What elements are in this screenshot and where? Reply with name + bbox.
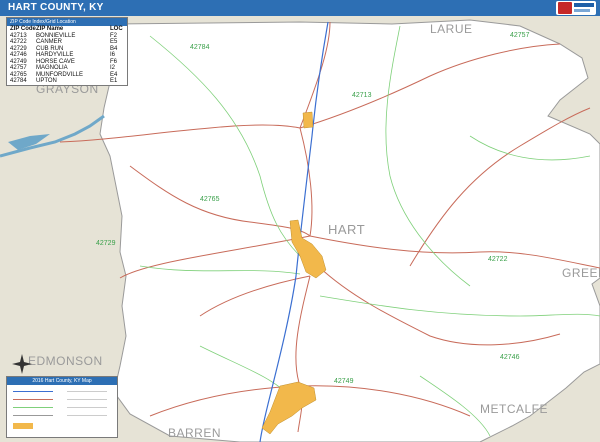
zip-label-42749: 42749 (334, 378, 354, 385)
legend-urban-swatch (13, 423, 33, 429)
legend-line (67, 391, 107, 392)
urban-bonnieville (302, 111, 314, 129)
county-label-hart: HART (328, 222, 366, 237)
publisher-logo (556, 1, 596, 15)
zip-cell: 42784 (10, 78, 27, 84)
zip-label-42757: 42757 (510, 32, 530, 39)
zip-label-42765: 42765 (200, 196, 220, 203)
zip-label-42746: 42746 (500, 354, 520, 361)
zip-label-42713: 42713 (352, 92, 372, 99)
legend-line-zip (13, 407, 53, 408)
county-label-barren: BARREN (168, 426, 222, 440)
legend-title: 2016 Hart County, KY Map (7, 377, 117, 385)
table-row: 42784 UPTON E1 (7, 78, 127, 85)
map-legend: 2016 Hart County, KY Map (6, 376, 118, 438)
loc-cell: E1 (110, 78, 118, 84)
title-bar: HART COUNTY, KY (0, 0, 600, 16)
compass-icon (12, 354, 32, 374)
legend-line (67, 415, 107, 416)
legend-line (67, 407, 107, 408)
zip-label-42784: 42784 (190, 44, 210, 51)
map-title: HART COUNTY, KY (8, 2, 104, 13)
county-label-metcalfe: METCALFE (480, 402, 549, 416)
zip-label-42729: 42729 (96, 240, 116, 247)
zip-index-table: ZIP Code Index/Grid Location ZIP Code ZI… (6, 17, 128, 86)
county-label-larue: LARUE (430, 22, 473, 36)
county-label-green: GREEN (562, 266, 600, 280)
zip-table-title: ZIP Code Index/Grid Location (7, 18, 127, 26)
zip-name-cell: UPTON (36, 78, 57, 84)
legend-line-interstate (13, 391, 53, 392)
county-label-edmonson: EDMONSON (28, 354, 103, 368)
legend-line-road (13, 399, 53, 400)
legend-line (67, 399, 107, 400)
legend-line-county (13, 415, 53, 416)
zip-label-42722: 42722 (488, 256, 508, 263)
